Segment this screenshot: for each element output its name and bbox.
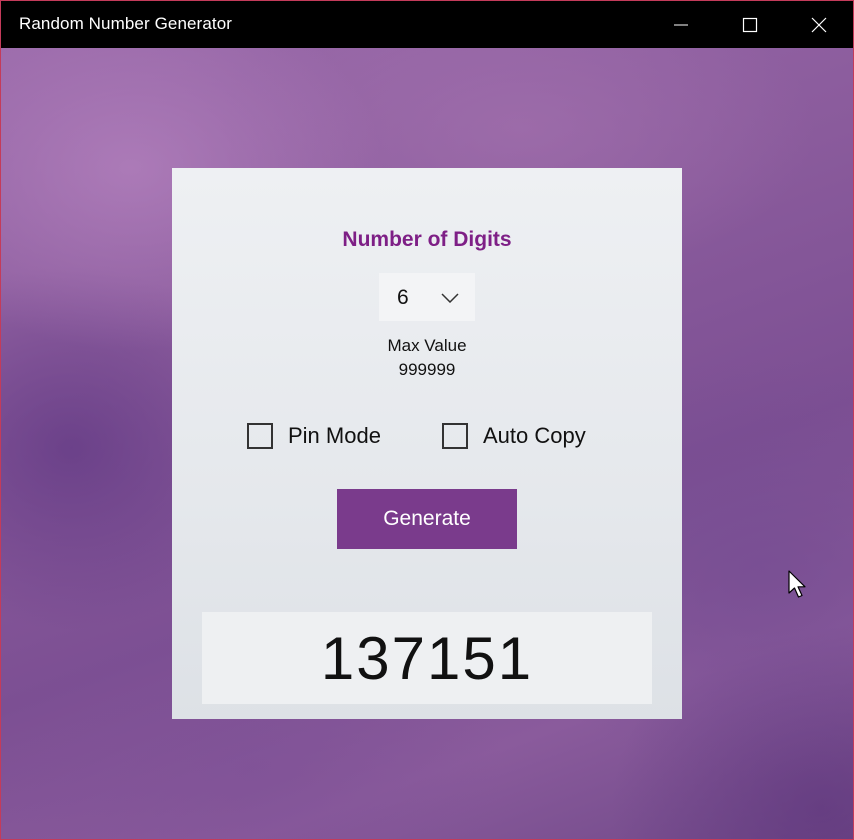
minimize-icon	[674, 24, 688, 26]
digits-label: Number of Digits	[342, 228, 512, 251]
window-controls	[646, 1, 853, 48]
mouse-pointer-icon	[788, 570, 806, 598]
max-value-label: Max Value	[387, 336, 467, 355]
digits-selected-value: 6	[397, 286, 409, 309]
auto-copy-checkbox-box[interactable]	[442, 423, 468, 449]
generate-button[interactable]: Generate	[337, 489, 517, 549]
auto-copy-checkbox[interactable]: Auto Copy	[442, 420, 586, 452]
pin-mode-checkbox-box[interactable]	[247, 423, 273, 449]
result-value: 137151	[320, 624, 534, 692]
maximize-button[interactable]	[715, 1, 784, 48]
minimize-button[interactable]	[646, 1, 715, 48]
result-display: 137151	[202, 612, 652, 704]
digits-dropdown[interactable]: 6	[379, 273, 475, 321]
max-value: 999999	[398, 360, 456, 379]
maximize-icon	[742, 17, 758, 33]
auto-copy-label: Auto Copy	[483, 423, 586, 448]
close-button[interactable]	[784, 1, 853, 48]
chevron-down-icon	[441, 293, 459, 303]
window-title: Random Number Generator	[19, 14, 233, 33]
app-window: Random Number Generator Number of Digits…	[0, 0, 854, 840]
pin-mode-checkbox[interactable]: Pin Mode	[247, 420, 381, 452]
title-bar[interactable]: Random Number Generator	[1, 1, 853, 48]
close-icon	[811, 17, 827, 33]
generator-panel: Number of Digits 6 Max Value 999999 Pin …	[172, 168, 682, 719]
pin-mode-label: Pin Mode	[288, 423, 381, 448]
